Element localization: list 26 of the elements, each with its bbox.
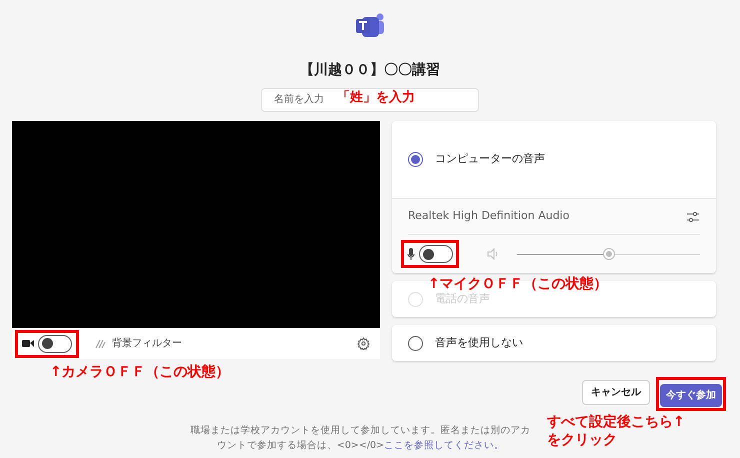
meeting-title: 【川越００】〇〇講習	[300, 61, 440, 80]
device-name: Realtek High Definition Audio	[408, 208, 570, 224]
annotation-text: 「姓」を入力	[337, 88, 415, 107]
annotation-text: ↑カメラＯＦＦ（この状態）	[50, 363, 230, 382]
help-link[interactable]: ここを参照してください。	[384, 440, 504, 451]
sliders-icon[interactable]	[686, 210, 700, 222]
camera-toggle[interactable]	[38, 334, 72, 352]
option-label: コンピューターの音声	[435, 151, 545, 168]
microphone-toggle[interactable]	[419, 245, 453, 263]
annotation-text: すべて設定後こちら↑	[547, 413, 685, 431]
app-logo	[353, 12, 387, 38]
speaker-icon	[487, 248, 499, 260]
annotation-text: をクリック	[547, 431, 618, 449]
cancel-button[interactable]: キャンセル	[582, 380, 650, 405]
annotation-text: ↑マイクＯＦＦ（この状態）	[428, 275, 608, 292]
footer-text: 職場または学校アカウントを使用して参加しています。匿名または別のアカウントで参加する場合は、<0></0>ここを参照してください。	[190, 424, 532, 453]
microphone-icon	[407, 248, 415, 260]
camera-icon	[22, 339, 34, 348]
background-filter-button[interactable]: 背景フィルター	[95, 336, 182, 351]
radio-button[interactable]	[408, 152, 423, 167]
radio-button[interactable]	[408, 336, 423, 350]
join-button[interactable]: 今すぐ参加	[660, 384, 722, 407]
option-label: 音声を使用しない	[435, 334, 523, 351]
volume-slider[interactable]	[517, 248, 700, 260]
settings-icon[interactable]	[357, 337, 370, 350]
sparkle-icon	[95, 338, 106, 348]
